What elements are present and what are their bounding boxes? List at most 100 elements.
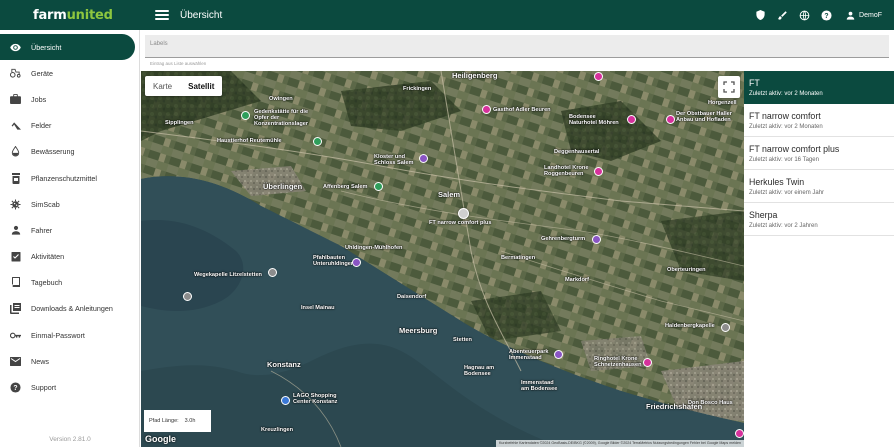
path-length-label: Pfad Länge:	[149, 418, 179, 424]
poi-pin[interactable]	[592, 235, 601, 244]
device-item[interactable]: FT Zuletzt aktiv: vor 2 Monaten	[744, 71, 894, 104]
sidebar-item-felder[interactable]: Felder	[0, 113, 139, 139]
map-place-label: Markdorf	[565, 277, 589, 283]
map-place-label: Heiligenberg	[452, 71, 498, 80]
device-item[interactable]: Herkules Twin Zuletzt aktiv: vor einem J…	[744, 170, 894, 203]
poi-pin[interactable]	[281, 396, 290, 405]
sidebar-item-label: Bewässerung	[31, 147, 75, 157]
poi-pin[interactable]	[374, 182, 383, 191]
labels-input[interactable]: Labels	[145, 35, 889, 58]
poi-pin[interactable]	[643, 358, 652, 367]
device-name: FT	[749, 78, 760, 88]
poi-pin[interactable]	[594, 167, 603, 176]
sidebar-item-label: Tagebuch	[31, 278, 63, 288]
person-icon	[10, 225, 21, 236]
device-name: FT narrow comfort	[749, 111, 821, 121]
map-place-label: Immenstaad am Bodensee	[521, 380, 558, 392]
brand[interactable]: farmunited	[0, 0, 140, 30]
top-app-bar: farmunited Übersicht ? DemoF	[0, 0, 894, 30]
brush-icon[interactable]	[776, 9, 788, 21]
sidebar-item-label: Support	[31, 383, 57, 393]
poi-pin[interactable]	[419, 154, 428, 163]
book-icon	[10, 277, 21, 288]
map-place-label: Haldenbergkapelle	[665, 323, 715, 329]
fullscreen-icon	[723, 81, 735, 93]
poi-pin[interactable]	[627, 115, 636, 124]
svg-text:?: ?	[824, 12, 828, 19]
menu-icon-line	[155, 14, 169, 16]
device-item[interactable]: FT narrow comfort Zuletzt aktiv: vor 2 M…	[744, 104, 894, 137]
map-place-label: Konstanz	[267, 360, 301, 369]
sidebar-item-label: SimScab	[31, 199, 60, 209]
map-type-map-button[interactable]: Karte	[145, 76, 180, 96]
device-status: Zuletzt aktiv: vor 2 Monaten	[749, 124, 823, 130]
map-place-label: Bermatingen	[501, 255, 536, 261]
user-menu[interactable]: DemoF	[846, 11, 882, 20]
sidebar-item-news[interactable]: News	[0, 348, 139, 374]
menu-toggle-button[interactable]	[154, 8, 170, 22]
poi-pin[interactable]	[721, 323, 730, 332]
sidebar-item-jobs[interactable]: Jobs	[0, 86, 139, 112]
poi-pin[interactable]	[313, 137, 322, 146]
poi-pin[interactable]	[482, 105, 491, 114]
virus-icon	[10, 199, 21, 210]
device-location-marker[interactable]	[458, 208, 469, 219]
sidebar-item-einmal-passwort[interactable]: Einmal-Passwort	[0, 322, 139, 348]
map-place-label: Stetten	[453, 337, 472, 343]
map-place-label: Horgenzell	[708, 100, 737, 106]
user-name: DemoF	[859, 11, 882, 19]
map-place-label: Überlingen	[263, 182, 303, 191]
path-length-value: 3.0h	[184, 418, 196, 424]
sidebar-item-uebersicht[interactable]: Übersicht	[0, 34, 135, 61]
map-place-label: Salem	[438, 190, 461, 199]
sidebar-item-aktivitaeten[interactable]: Aktivitäten	[0, 244, 139, 270]
map-place-label: LAGO Shopping Center Konstanz	[293, 393, 338, 405]
help-icon[interactable]: ?	[820, 9, 832, 21]
device-item[interactable]: Sherpa Zuletzt aktiv: vor 2 Jahren	[744, 203, 894, 236]
poi-pin[interactable]	[735, 429, 744, 438]
poi-pin[interactable]	[183, 292, 192, 301]
sidebar-item-geraete[interactable]: Geräte	[0, 60, 139, 86]
tractor-icon	[10, 68, 21, 79]
device-list: FT Zuletzt aktiv: vor 2 Monaten FT narro…	[744, 71, 894, 447]
map-place-label: Deggenhausertal	[554, 149, 600, 155]
google-logo: Google	[145, 434, 176, 444]
device-name: FT narrow comfort plus	[749, 144, 840, 154]
header-actions: ? DemoF	[754, 9, 894, 21]
poi-pin[interactable]	[241, 111, 250, 120]
menu-icon-line	[155, 18, 169, 20]
fullscreen-button[interactable]	[718, 76, 740, 98]
sidebar: Übersicht Geräte Jobs Felder Bewässerung…	[0, 30, 140, 447]
globe-icon[interactable]	[798, 9, 810, 21]
sidebar-item-downloads[interactable]: Downloads & Anleitungen	[0, 296, 139, 322]
map-place-label: Oberteuringen	[667, 267, 706, 273]
device-item[interactable]: FT narrow comfort plus Zuletzt aktiv: vo…	[744, 137, 894, 170]
shield-icon[interactable]	[754, 9, 766, 21]
satellite-map[interactable]: Heiligenberg Owingen Frickingen Sippling…	[141, 71, 744, 447]
map-place-label: Pfahlbauten Unteruhldingen	[313, 255, 355, 267]
map-attribution[interactable]: Kurzbefehle Kartendaten ©2024 GeoBasis-D…	[495, 440, 744, 447]
sidebar-item-fahrer[interactable]: Fahrer	[0, 217, 139, 243]
poi-pin[interactable]	[666, 115, 675, 124]
map-type-satellite-button[interactable]: Satellit	[180, 76, 222, 96]
terrain-icon	[10, 120, 21, 131]
sidebar-item-tagebuch[interactable]: Tagebuch	[0, 270, 139, 296]
poi-pin[interactable]	[268, 268, 277, 277]
logo[interactable]: farmunited	[33, 8, 113, 23]
map-place-label: Meersburg	[399, 326, 438, 335]
person-icon	[846, 11, 855, 20]
sidebar-item-label: Downloads & Anleitungen	[31, 304, 113, 314]
sidebar-item-bewaesserung[interactable]: Bewässerung	[0, 139, 139, 165]
poi-pin[interactable]	[554, 350, 563, 359]
poi-pin[interactable]	[594, 72, 603, 81]
path-length-box: Pfad Länge: 3.0h	[144, 410, 211, 432]
sidebar-item-simscab[interactable]: SimScab	[0, 191, 139, 217]
app-version: Version 2.81.0	[49, 436, 91, 443]
device-status: Zuletzt aktiv: vor 16 Tagen	[749, 157, 819, 163]
device-status: Zuletzt aktiv: vor einem Jahr	[749, 190, 825, 196]
map-place-label: Frickingen	[403, 86, 432, 92]
poi-pin[interactable]	[352, 258, 361, 267]
map-place-label: FT narrow comfort plus	[429, 220, 492, 226]
sidebar-item-support[interactable]: ? Support	[0, 374, 139, 400]
sidebar-item-pflanzenschutzmittel[interactable]: Pflanzenschutzmittel	[0, 165, 139, 191]
